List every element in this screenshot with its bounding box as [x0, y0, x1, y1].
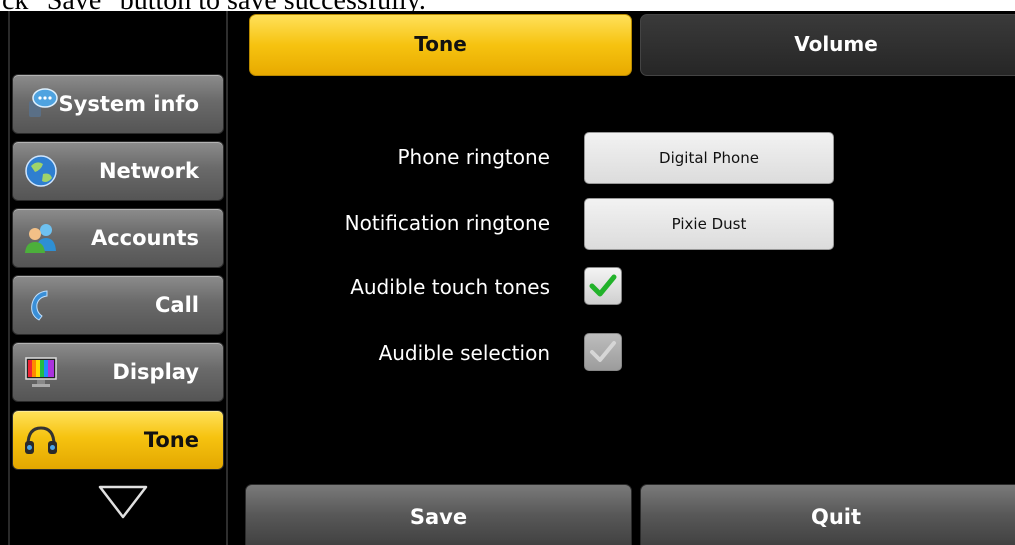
sidebar-item-display[interactable]: Display: [12, 342, 224, 402]
save-button[interactable]: Save: [245, 484, 632, 545]
sidebar-item-system-info[interactable]: System info: [12, 74, 224, 134]
sidebar-item-label: System info: [58, 92, 200, 116]
sidebar-item-label: Tone: [143, 428, 199, 452]
handset-icon: [31, 290, 48, 321]
sidebar-item-network[interactable]: Network: [12, 141, 224, 201]
sidebar-item-accounts[interactable]: Accounts: [12, 208, 224, 268]
checkmark-icon: [589, 274, 617, 297]
sidebar: System info Network Accounts Call Displa…: [8, 11, 228, 545]
audible-touch-tones-label: Audible touch tones: [350, 275, 550, 299]
notification-ringtone-select[interactable]: Pixie Dust: [584, 198, 834, 250]
phone-ringtone-label: Phone ringtone: [397, 145, 550, 169]
audible-selection-label: Audible selection: [378, 341, 550, 365]
quit-button[interactable]: Quit: [640, 484, 1015, 545]
globe-icon: [25, 155, 57, 187]
chat-bubble-icon: [29, 88, 58, 117]
chevron-down-icon[interactable]: [98, 485, 148, 519]
phone-ringtone-select[interactable]: Digital Phone: [584, 132, 834, 184]
audible-selection-checkbox[interactable]: [584, 333, 622, 371]
sidebar-item-label: Display: [112, 360, 199, 384]
monitor-icon: [25, 357, 57, 387]
tab-tone[interactable]: Tone: [249, 14, 632, 76]
checkmark-icon: [590, 341, 616, 362]
headphones-icon: [25, 426, 57, 454]
sidebar-item-label: Network: [98, 159, 199, 183]
sidebar-item-tone[interactable]: Tone: [12, 410, 224, 470]
users-icon: [25, 224, 56, 253]
sidebar-item-call[interactable]: Call: [12, 275, 224, 335]
notification-ringtone-label: Notification ringtone: [344, 211, 550, 235]
audible-touch-tones-checkbox[interactable]: [584, 267, 622, 305]
tab-volume[interactable]: Volume: [640, 14, 1015, 76]
phone-settings-screen: System info Network Accounts Call Displa…: [0, 11, 1015, 545]
sidebar-item-label: Accounts: [90, 226, 199, 250]
sidebar-item-label: Call: [155, 293, 199, 317]
